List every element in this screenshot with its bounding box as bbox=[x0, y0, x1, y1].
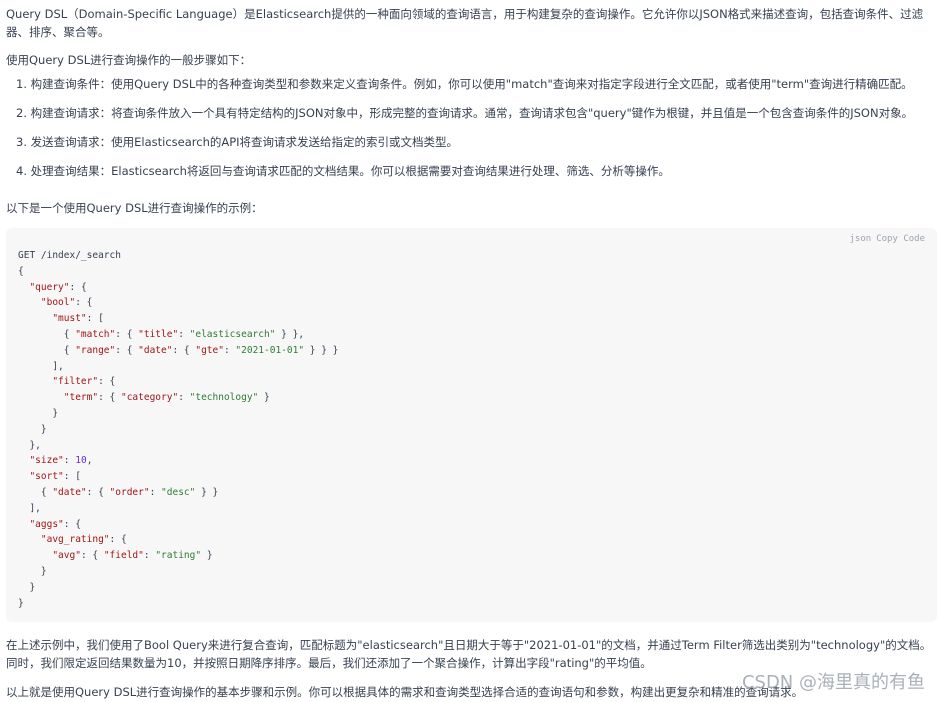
list-item: 3. 发送查询请求：使用Elasticsearch的API将查询请求发送给指定的… bbox=[16, 135, 459, 149]
summary-paragraph: 在上述示例中，我们使用了Bool Query来进行复合查询，匹配标题为"elas… bbox=[6, 638, 932, 670]
code-label: Code bbox=[903, 234, 925, 244]
list-item: 4. 处理查询结果：Elasticsearch将返回与查询请求匹配的文档结果。你… bbox=[16, 164, 670, 178]
list-item: 2. 构建查询请求：将查询条件放入一个具有特定结构的JSON对象中，形成完整的查… bbox=[16, 106, 914, 120]
watermark: CSDN @海里真的有鱼 bbox=[741, 672, 925, 693]
steps-list: 1. 构建查询条件：使用Query DSL中的各种查询类型和参数来定义查询条件。… bbox=[6, 75, 934, 191]
code-language-label: json bbox=[849, 234, 872, 244]
example-intro: 以下是一个使用Query DSL进行查询操作的示例： bbox=[6, 201, 263, 215]
copy-code-button[interactable]: Copy Code bbox=[876, 234, 925, 244]
request-line: GET /index/_search bbox=[18, 250, 121, 261]
intro-paragraph: Query DSL（Domain-Specific Language）是Elas… bbox=[6, 7, 924, 39]
code-block: json Copy Code GET /index/_search { "quer… bbox=[6, 228, 937, 622]
code-actions: json Copy Code bbox=[845, 234, 925, 244]
steps-intro: 使用Query DSL进行查询操作的一般步骤如下： bbox=[6, 53, 252, 67]
list-item: 1. 构建查询条件：使用Query DSL中的各种查询类型和参数来定义查询条件。… bbox=[16, 77, 913, 91]
code-content: GET /index/_search { "query": { "bool": … bbox=[18, 250, 339, 609]
copy-label: Copy bbox=[876, 234, 898, 244]
